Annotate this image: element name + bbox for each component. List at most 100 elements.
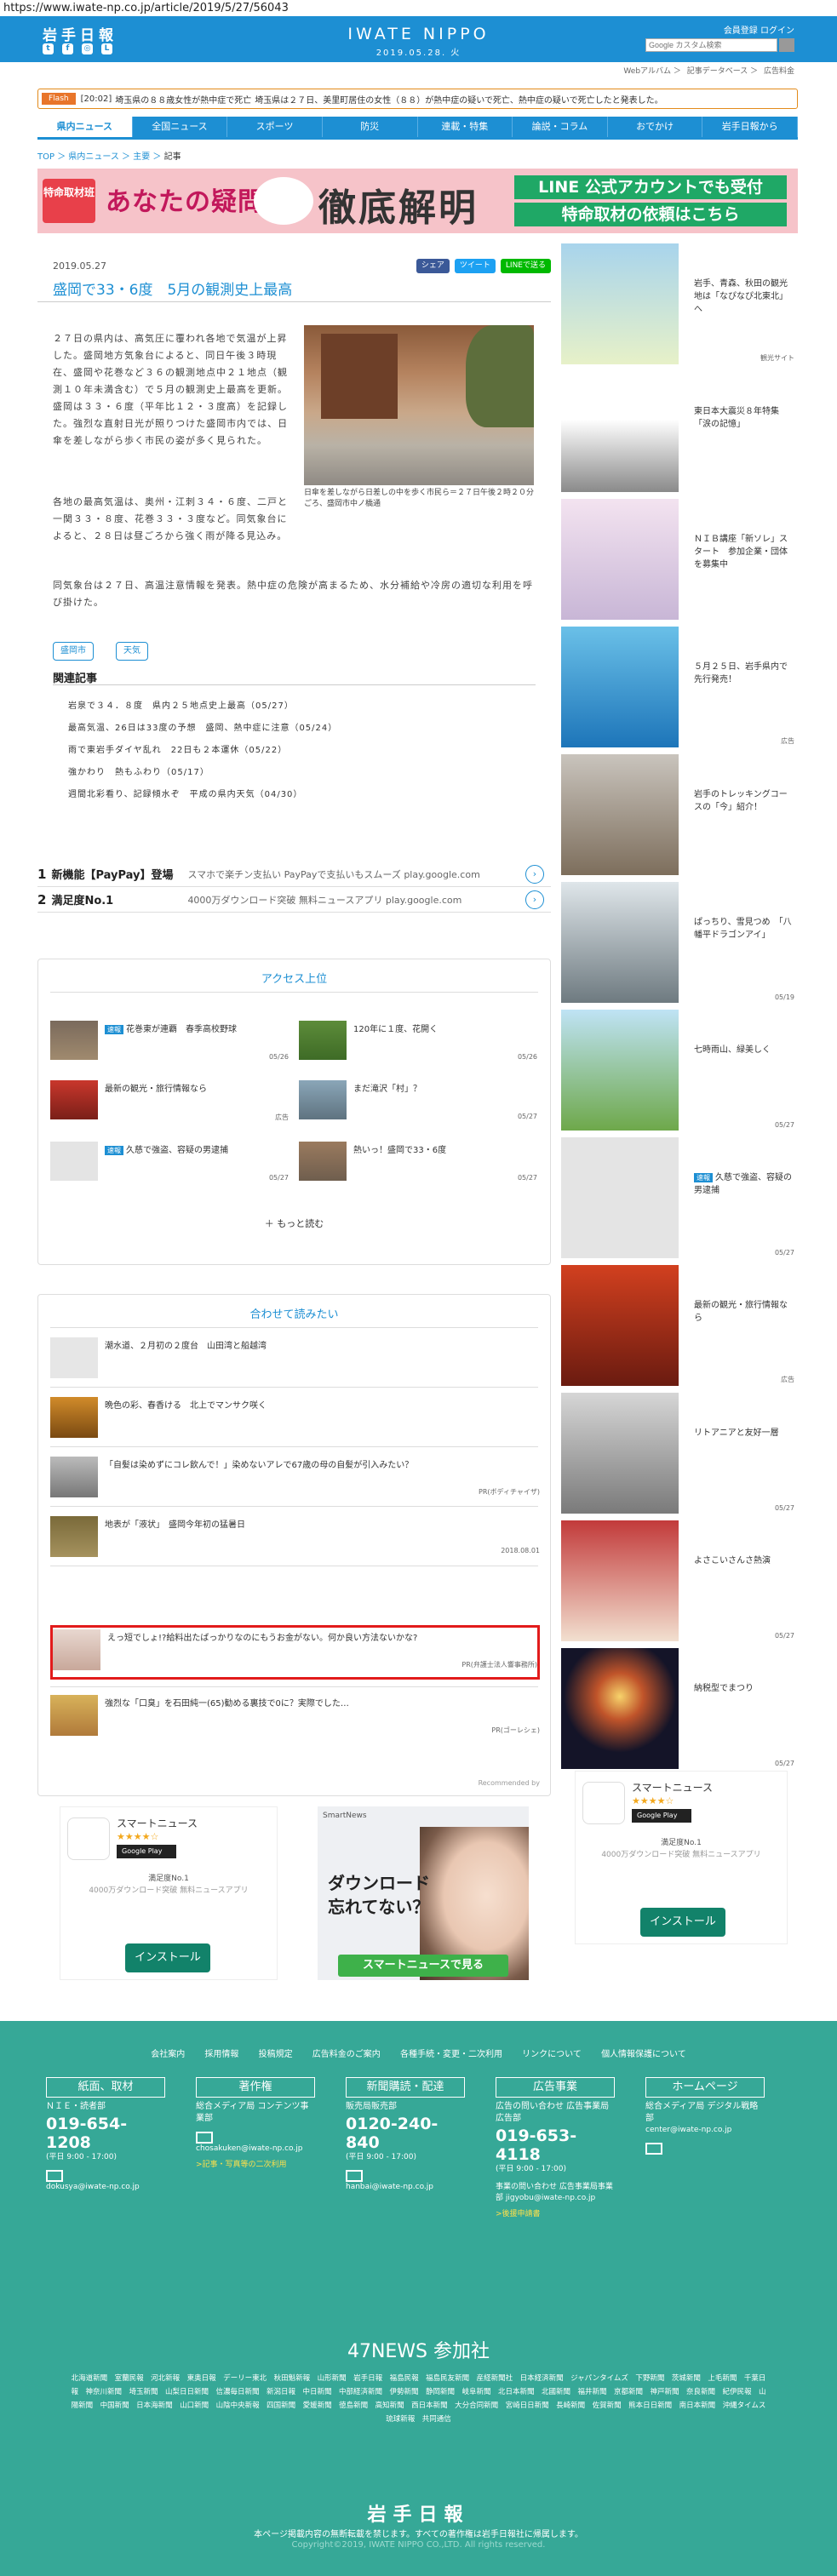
sponsored-row[interactable]: 2 満足度No.1 4000万ダウンロード突破 無料ニュースアプリ play.g… (37, 887, 551, 913)
recommend-item[interactable]: 晩色の彩、春香ける 北上でマンサク咲く (50, 1394, 540, 1441)
sidebar-item[interactable]: ぱっちり、雪見つめ 「八幡平ドラゴンアイ」 05/19 (559, 879, 798, 1006)
related-link[interactable]: 岩泉で３４．８度 県内２５地点史上最高（05/27） (68, 698, 294, 711)
email-link[interactable]: center@iwate-np.co.jp (645, 2125, 765, 2136)
item-title[interactable]: まだ滝沢「村」？ (353, 1084, 421, 1096)
recommend-item[interactable]: 強烈な「口臭」を石田純一(65)勧める裏技で0に？実際でした… PR(ゴーレシェ… (50, 1692, 540, 1739)
nav-local-news[interactable]: 県内ニュース (37, 117, 133, 137)
sidebar-smartnews-ad[interactable]: スマートニュース ★★★★☆ Google Play 満足度No.1 4000万… (575, 1771, 788, 1944)
sidebar-item[interactable]: 岩手のトレッキングコースの「今」紹介！ (559, 751, 798, 879)
more-button[interactable]: ＋ もっと読む (38, 1216, 550, 1230)
install-button[interactable]: インストール (125, 1943, 210, 1972)
google-play-badge[interactable]: Google Play (117, 1845, 176, 1858)
sidebar-item[interactable]: ＮＩＢ講座「新ソレ」スタート 参加企業・団体を募集中 (559, 495, 798, 623)
member-links[interactable]: 会員登録 ログイン (724, 23, 794, 36)
footer-link[interactable]: 広告料金のご案内 (312, 2050, 381, 2059)
sidebar-item-title[interactable]: ぱっちり、雪見つめ 「八幡平ドラゴンアイ」 (694, 916, 794, 942)
sidebar-item[interactable]: よさこいさんさ熱演 05/27 (559, 1517, 798, 1645)
highlighted-recommend-item[interactable]: えっ短でしょ!?給料出たばっかりなのにもうお金がない。何か良い方法ないかな? P… (50, 1625, 540, 1680)
access-item[interactable]: 速報 久慈で強盗、容疑の男逮捕 05/27 (50, 1142, 289, 1193)
related-link[interactable]: 強かわり 熱もふわり（05/17） (68, 764, 209, 777)
sidebar-item[interactable]: 岩手、青森、秋田の観光地は「なぴなぴ北東北」へ 観光サイト (559, 240, 798, 368)
sidebar-item-title[interactable]: リトアニアと友好一層 (694, 1427, 794, 1440)
access-item[interactable]: 速報 花巻東が連覇 春季高校野球 05/26 (50, 1021, 289, 1072)
sidebar-item-title[interactable]: 七時雨山、緑美しく (694, 1044, 794, 1056)
crumb-top[interactable]: TOP (37, 152, 54, 162)
tweet-button[interactable]: ツイート (454, 259, 496, 273)
nav-national-news[interactable]: 全国ニュース (133, 117, 228, 137)
line-share-button[interactable]: LINEで送る (500, 259, 551, 273)
footer-link[interactable]: リンクについて (522, 2050, 582, 2059)
article-photo[interactable] (304, 325, 534, 485)
footer-link[interactable]: 会社案内 (151, 2050, 185, 2059)
access-item[interactable]: 熱いっ！盛岡で33・6度 05/27 (299, 1142, 537, 1193)
sidebar-item[interactable]: ５月２５日、岩手県内で先行発売！ 広告 (559, 623, 798, 751)
subnav-ad-rates[interactable]: 広告料金 (764, 67, 794, 76)
sidebar-item-title[interactable]: よさこいさんさ熱演 (694, 1554, 794, 1567)
tokumei-banner[interactable]: 特命取材班 あなたの疑問 徹底解明 LINE 公式アカウントでも受付 特命取材の… (37, 169, 798, 233)
sidebar-item-title[interactable]: 最新の観光・旅行情報なら (694, 1299, 794, 1325)
flash-news-bar[interactable]: Flash [20:02] 埼玉県の８８歳女性が熱中症で死亡 埼玉県は２７日、美… (37, 89, 798, 109)
footer-link[interactable]: 各種手続・変更・二次利用 (400, 2050, 502, 2059)
access-item[interactable]: 120年に１度、花開く 05/26 (299, 1021, 537, 1072)
related-link[interactable]: 最高気温、26日は33度の予想 盛岡、熱中症に注意（05/24） (68, 720, 337, 733)
email-link[interactable]: 事業の問い合わせ 広告事業局事業部 jigyobu@iwate-np.co.jp (496, 2182, 615, 2204)
recommend-item[interactable]: 「自髪は染めずにコレ飲んで！」染めないアレで67歳の母の自髪が引入みたい？ PR… (50, 1453, 540, 1501)
email-link[interactable]: hanbai@iwate-np.co.jp (346, 2182, 465, 2193)
sidebar-item[interactable]: 東日本大震災８年特集「涙の記憶」 (559, 368, 798, 495)
sidebar-item[interactable]: 七時雨山、緑美しく 05/27 (559, 1006, 798, 1134)
item-title[interactable]: 熱いっ！盛岡で33・6度 (353, 1145, 446, 1157)
tag-weather[interactable]: 天気 (116, 642, 148, 661)
footer-link[interactable]: 採用情報 (204, 2050, 238, 2059)
nav-disaster[interactable]: 防災 (323, 117, 418, 137)
chevron-right-icon[interactable]: › (525, 864, 544, 884)
search-button[interactable] (779, 38, 794, 52)
footer-link[interactable]: 個人情報保護について (601, 2050, 686, 2059)
item-title[interactable]: 「自髪は染めずにコレ飲んで！」染めないアレで67歳の母の自髪が引入みたい？ (105, 1460, 530, 1472)
sidebar-item[interactable]: リトアニアと友好一層 05/27 (559, 1389, 798, 1517)
crumb-local[interactable]: 県内ニュース (68, 152, 119, 162)
sidebar-item-title[interactable]: 東日本大震災８年特集「涙の記憶」 (694, 405, 794, 431)
nav-editorial[interactable]: 論説・コラム (513, 117, 608, 137)
item-title[interactable]: 潮水道、２月初の２度台 山田湾と船越湾 (105, 1341, 530, 1353)
sponsored-title[interactable]: 新機能【PayPay】登場 (51, 866, 187, 882)
nav-sports[interactable]: スポーツ (227, 117, 323, 137)
chevron-right-icon[interactable]: › (525, 890, 544, 909)
item-title[interactable]: 120年に１度、花開く (353, 1024, 438, 1036)
item-title[interactable]: 最新の観光・旅行情報なら (105, 1084, 207, 1096)
item-title[interactable]: 強烈な「口臭」を石田純一(65)勧める裏技で0に？実際でした… (105, 1698, 530, 1710)
image-ad[interactable]: SmartNews ダウンロード 忘れてない？ スマートニュースで見る (318, 1806, 529, 1980)
nav-from-nippo[interactable]: 岩手日報から (702, 117, 798, 137)
phone-number[interactable]: 0120-240-840 (346, 2115, 465, 2152)
search-input[interactable] (645, 38, 777, 52)
item-title[interactable]: 久慈で強盗、容疑の男逮捕 (126, 1146, 228, 1155)
sidebar-item[interactable]: 納税型でまつり 05/27 (559, 1645, 798, 1772)
sidebar-item-title[interactable]: 岩手のトレッキングコースの「今」紹介！ (694, 788, 794, 814)
access-item[interactable]: 最新の観光・旅行情報なら 広告 (50, 1080, 289, 1131)
subnav-database[interactable]: 記事データベース (687, 67, 748, 76)
email-link[interactable]: dokusya@iwate-np.co.jp (46, 2182, 165, 2193)
flash-headline[interactable]: 埼玉県の８８歳女性が熱中症で死亡 (115, 93, 251, 106)
footer-logo[interactable]: 岩手日報 (0, 2499, 837, 2527)
sidebar-item-title[interactable]: 納税型でまつり (694, 1682, 794, 1695)
install-button[interactable]: インストール (640, 1908, 725, 1937)
smartnews-ad[interactable]: スマートニュース ★★★★☆ Google Play 満足度No.1 4000万… (60, 1806, 278, 1980)
footer-link[interactable]: 投稿規定 (259, 2050, 293, 2059)
recommended-by[interactable]: Recommended by (479, 1779, 540, 1787)
item-title[interactable]: 花巻東が連覇 春季高校野球 (126, 1025, 237, 1034)
access-item[interactable]: まだ滝沢「村」？ 05/27 (299, 1080, 537, 1131)
sidebar-item[interactable]: 速報 久慈で強盗、容疑の男逮捕 05/27 (559, 1134, 798, 1262)
facebook-share-button[interactable]: シェア (416, 259, 450, 273)
47news-members[interactable]: 北海道新聞 室蘭民報 河北新報 東奥日報 デーリー東北 秋田魁新報 山形新聞 岩… (68, 2372, 772, 2426)
secondary-use-link[interactable]: >記事・写真等の二次利用 (196, 2158, 315, 2169)
item-title[interactable]: えっ短でしょ!?給料出たばっかりなのにもうお金がない。何か良い方法ないかな? (107, 1633, 533, 1645)
ad-cta-button[interactable]: スマートニュースで見る (338, 1955, 508, 1977)
nav-outing[interactable]: おでかけ (608, 117, 703, 137)
google-play-badge[interactable]: Google Play (632, 1809, 691, 1823)
email-link[interactable]: chosakuken@iwate-np.co.jp (196, 2144, 315, 2155)
recommend-item[interactable]: 地表が「液状」 盛岡今年初の猛暑日 2018.08.01 (50, 1513, 540, 1560)
recommend-item[interactable]: えっ短でしょ!?給料出たばっかりなのにもうお金がない。何か良い方法ないかな? P… (53, 1626, 537, 1674)
related-link[interactable]: 週間北彩看り、記録傾水ぞ 平成の県内天気（04/30） (68, 787, 302, 799)
sidebar-item-title[interactable]: 岩手、青森、秋田の観光地は「なぴなぴ北東北」へ (694, 278, 794, 316)
subnav-album[interactable]: Webアルバム (623, 67, 671, 76)
item-title[interactable]: 晩色の彩、春香ける 北上でマンサク咲く (105, 1400, 530, 1412)
